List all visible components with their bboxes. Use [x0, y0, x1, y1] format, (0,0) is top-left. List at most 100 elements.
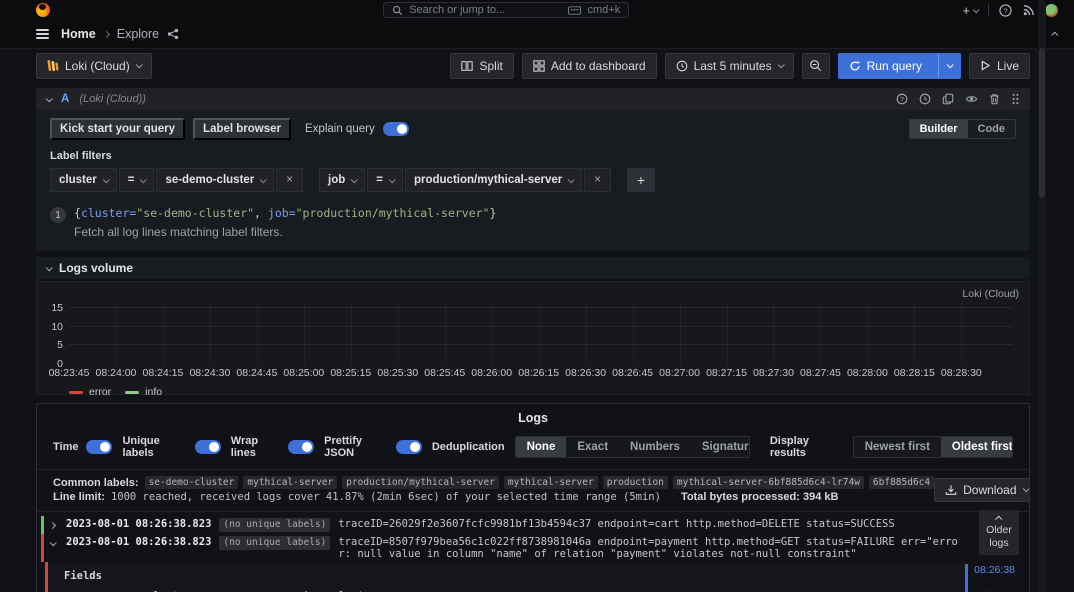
scrollbar-thumb[interactable]: [1039, 48, 1045, 198]
kick-start-query-button[interactable]: Kick start your query: [50, 118, 185, 140]
filter-remove-button[interactable]: ×: [584, 168, 611, 192]
older-logs-icon: [995, 516, 1002, 523]
time-range-picker[interactable]: Last 5 minutes: [665, 53, 794, 79]
legend-item-info[interactable]: info: [125, 386, 162, 398]
zoom-out-time-button[interactable]: [802, 53, 830, 79]
divider: [988, 4, 989, 16]
y-tick-label: 15: [51, 302, 63, 314]
caret-icon: [568, 176, 575, 183]
query-expression[interactable]: {cluster="se-demo-cluster", job="product…: [74, 206, 1016, 220]
filter-value-dropdown[interactable]: se-demo-cluster: [156, 168, 274, 192]
keyboard-icon: [568, 6, 581, 15]
add-filter-button[interactable]: +: [627, 168, 655, 192]
filter-label-dropdown[interactable]: cluster: [50, 168, 117, 192]
caret-icon: [389, 176, 396, 183]
log-row-expand-icon[interactable]: [50, 537, 58, 549]
older-logs-button[interactable]: Older logs: [979, 510, 1019, 555]
filter-value-dropdown[interactable]: production/mythical-server: [405, 168, 582, 192]
help-icon[interactable]: ?: [999, 4, 1012, 17]
live-label: Live: [997, 59, 1019, 73]
grafana-logo[interactable]: [36, 3, 50, 17]
query-token: =: [289, 206, 296, 220]
label-filter: job=production/mythical-server×: [319, 168, 611, 192]
query-history-icon[interactable]: [919, 93, 931, 105]
mode-option-builder[interactable]: Builder: [910, 120, 968, 138]
duplicate-query-icon[interactable]: [942, 93, 954, 105]
remove-query-icon[interactable]: [989, 93, 1000, 105]
dedup-option-numbers[interactable]: Numbers: [619, 437, 691, 457]
x-tick-label: 08:27:00: [659, 367, 700, 379]
datasource-picker[interactable]: Loki (Cloud): [36, 53, 152, 79]
caret-icon: [351, 176, 358, 183]
search-input[interactable]: Search or jump to... cmd+k: [383, 2, 629, 18]
breadcrumb-home[interactable]: Home: [61, 27, 96, 41]
mode-option-code[interactable]: Code: [968, 120, 1016, 138]
dedup-option-exact[interactable]: Exact: [566, 437, 619, 457]
query-token: cluster: [81, 206, 129, 220]
toggle-time: Time: [53, 440, 112, 454]
query-row-header[interactable]: A (Loki (Cloud)) ?: [36, 88, 1030, 110]
logs-volume-collapse-icon[interactable]: [46, 264, 53, 271]
y-tick-label: 10: [51, 321, 63, 333]
label-browser-button[interactable]: Label browser: [193, 118, 291, 140]
logs-volume-section-header[interactable]: Logs volume: [36, 257, 1030, 279]
breadcrumb-explore[interactable]: Explore: [117, 27, 159, 41]
dedup-options-group: NoneExactNumbersSignature: [515, 436, 750, 458]
download-button[interactable]: Download: [934, 478, 1030, 502]
search-wrap: Search or jump to... cmd+k: [58, 2, 954, 18]
display-option-newest-first[interactable]: Newest first: [854, 437, 941, 457]
log-row[interactable]: 2023-08-01 08:26:38.823(no unique labels…: [41, 534, 967, 562]
hide-response-icon[interactable]: [965, 93, 978, 105]
query-ref-id: A: [61, 93, 69, 105]
explain-query-toggle[interactable]: [383, 122, 409, 136]
page-scrollbar[interactable]: [1038, 0, 1046, 592]
log-row[interactable]: 2023-08-01 08:26:38.823(no unique labels…: [41, 516, 967, 534]
toggle-switch[interactable]: [195, 440, 221, 454]
dedup-option-signature[interactable]: Signature: [691, 437, 750, 457]
drag-handle-icon[interactable]: [1011, 93, 1020, 105]
new-menu-button[interactable]: +: [962, 4, 978, 17]
legend-item-error[interactable]: error: [69, 386, 111, 398]
query-collapse-icon[interactable]: [46, 95, 53, 102]
caret-icon: [102, 176, 109, 183]
filter-operator-dropdown[interactable]: =: [367, 168, 403, 192]
split-button[interactable]: Split: [450, 53, 513, 79]
logs-meta: Common labels: se-demo-clustermythical-s…: [37, 469, 1029, 511]
time-range-label: Last 5 minutes: [694, 59, 772, 73]
user-avatar[interactable]: [1045, 4, 1058, 17]
query-help-icon[interactable]: ?: [896, 93, 908, 105]
add-to-dashboard-button[interactable]: Add to dashboard: [522, 53, 657, 79]
filter-label-dropdown[interactable]: job: [319, 168, 365, 192]
dedup-label: Deduplication: [432, 441, 505, 453]
log-details: Fieldsclusterse-demo-clustercontainermyt…: [45, 562, 967, 592]
play-icon: [980, 60, 991, 71]
collapse-header-icon[interactable]: [1051, 31, 1058, 38]
toggle-switch[interactable]: [86, 440, 112, 454]
run-query-button[interactable]: Run query: [838, 53, 961, 79]
toggle-switch[interactable]: [396, 440, 422, 454]
toggle-switch[interactable]: [288, 440, 314, 454]
log-line-body: traceID=8507f979bea56c1c022ff8738981046a…: [338, 536, 967, 560]
news-icon[interactable]: [1022, 4, 1035, 17]
live-button[interactable]: Live: [969, 53, 1030, 79]
logs-panel: Logs TimeUnique labelsWrap linesPrettify…: [36, 403, 1030, 592]
menu-toggle-icon[interactable]: [36, 29, 49, 39]
x-tick-label: 08:26:00: [471, 367, 512, 379]
display-results-control: Display results: [770, 435, 843, 459]
clock-icon: [676, 60, 688, 72]
common-label-badge: mythical-server: [504, 476, 598, 489]
share-icon[interactable]: [167, 28, 179, 40]
display-option-oldest-first[interactable]: Oldest first: [941, 437, 1013, 457]
dedup-option-none[interactable]: None: [516, 437, 567, 457]
x-tick-label: 08:28:15: [894, 367, 935, 379]
run-query-caret[interactable]: [938, 54, 960, 78]
log-time-navigation[interactable]: 08:26:38 — 08:28:43: [965, 564, 1015, 592]
x-tick-label: 08:23:45: [49, 367, 90, 379]
volume-plot-area[interactable]: 051015: [69, 304, 1013, 364]
dedup-control: Deduplication: [432, 441, 505, 453]
add-to-dashboard-label: Add to dashboard: [551, 59, 646, 73]
legend-swatch: [69, 391, 83, 394]
filter-operator-dropdown[interactable]: =: [119, 168, 155, 192]
log-row-expand-icon[interactable]: [50, 519, 58, 531]
filter-remove-button[interactable]: ×: [276, 168, 303, 192]
